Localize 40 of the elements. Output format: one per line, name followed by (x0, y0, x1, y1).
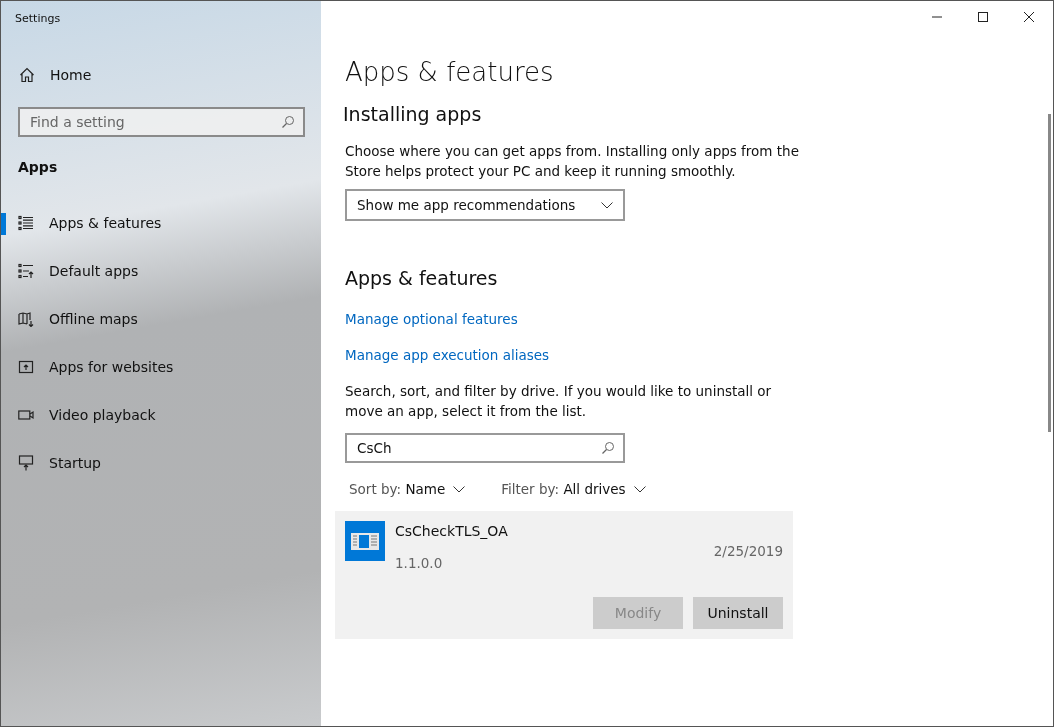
description-text: Search, sort, and filter by drive. If you would like to uninstall or move an app, select it from the list. (345, 382, 773, 421)
maximize-icon[interactable] (977, 11, 989, 23)
camera-icon (18, 407, 34, 423)
search-field[interactable]: CsCh (345, 433, 625, 463)
map-icon (18, 311, 34, 327)
chevron-down-icon (601, 201, 613, 209)
filter-dropdown[interactable]: Filter by: All drives (501, 481, 646, 497)
chevron-down-icon (633, 485, 646, 493)
section-heading: Apps & features (345, 267, 499, 289)
home-nav-item[interactable]: Home (19, 65, 321, 85)
scrollbar[interactable] (1048, 114, 1051, 432)
page-title: Apps & features (345, 57, 555, 87)
search-icon (601, 441, 615, 455)
nav-item[interactable]: Apps & features (1, 199, 321, 247)
description-text: Choose where you can get apps from. Installing only apps from the Store helps protect your PC and keep it running smoothly. (345, 142, 800, 181)
link[interactable]: Manage optional features (345, 311, 518, 327)
uninstall-button[interactable]: Uninstall (693, 597, 783, 629)
close-icon[interactable] (1023, 11, 1035, 23)
app-source-dropdown[interactable]: Show me app recommendations (345, 189, 625, 221)
nav-item[interactable]: Video playback (1, 391, 321, 439)
sort-dropdown[interactable]: Sort by: Name (349, 481, 466, 497)
install-date: 2/25/2019 (713, 543, 783, 559)
nav-item[interactable]: Default apps (1, 247, 321, 295)
section-heading: Installing apps (343, 103, 483, 125)
app-version: 1.1.0.0 (395, 555, 444, 571)
nav-item[interactable]: Apps for websites (1, 343, 321, 391)
window-title: Settings (14, 11, 62, 27)
app-name: CsCheckTLS_OA (395, 523, 509, 539)
list-arrow-icon (18, 263, 34, 279)
search-icon (281, 115, 295, 129)
nav-item[interactable]: Startup (1, 439, 321, 487)
chevron-down-icon (453, 485, 466, 493)
link[interactable]: Manage app execution aliases (345, 347, 550, 363)
section-heading: Apps (18, 159, 59, 175)
monitor-arrow-icon (18, 455, 34, 471)
home-icon (19, 67, 35, 83)
list-icon (18, 215, 34, 231)
app-window-icon (345, 521, 385, 561)
search-field[interactable]: Find a setting (18, 107, 305, 137)
nav-item[interactable]: Offline maps (1, 295, 321, 343)
